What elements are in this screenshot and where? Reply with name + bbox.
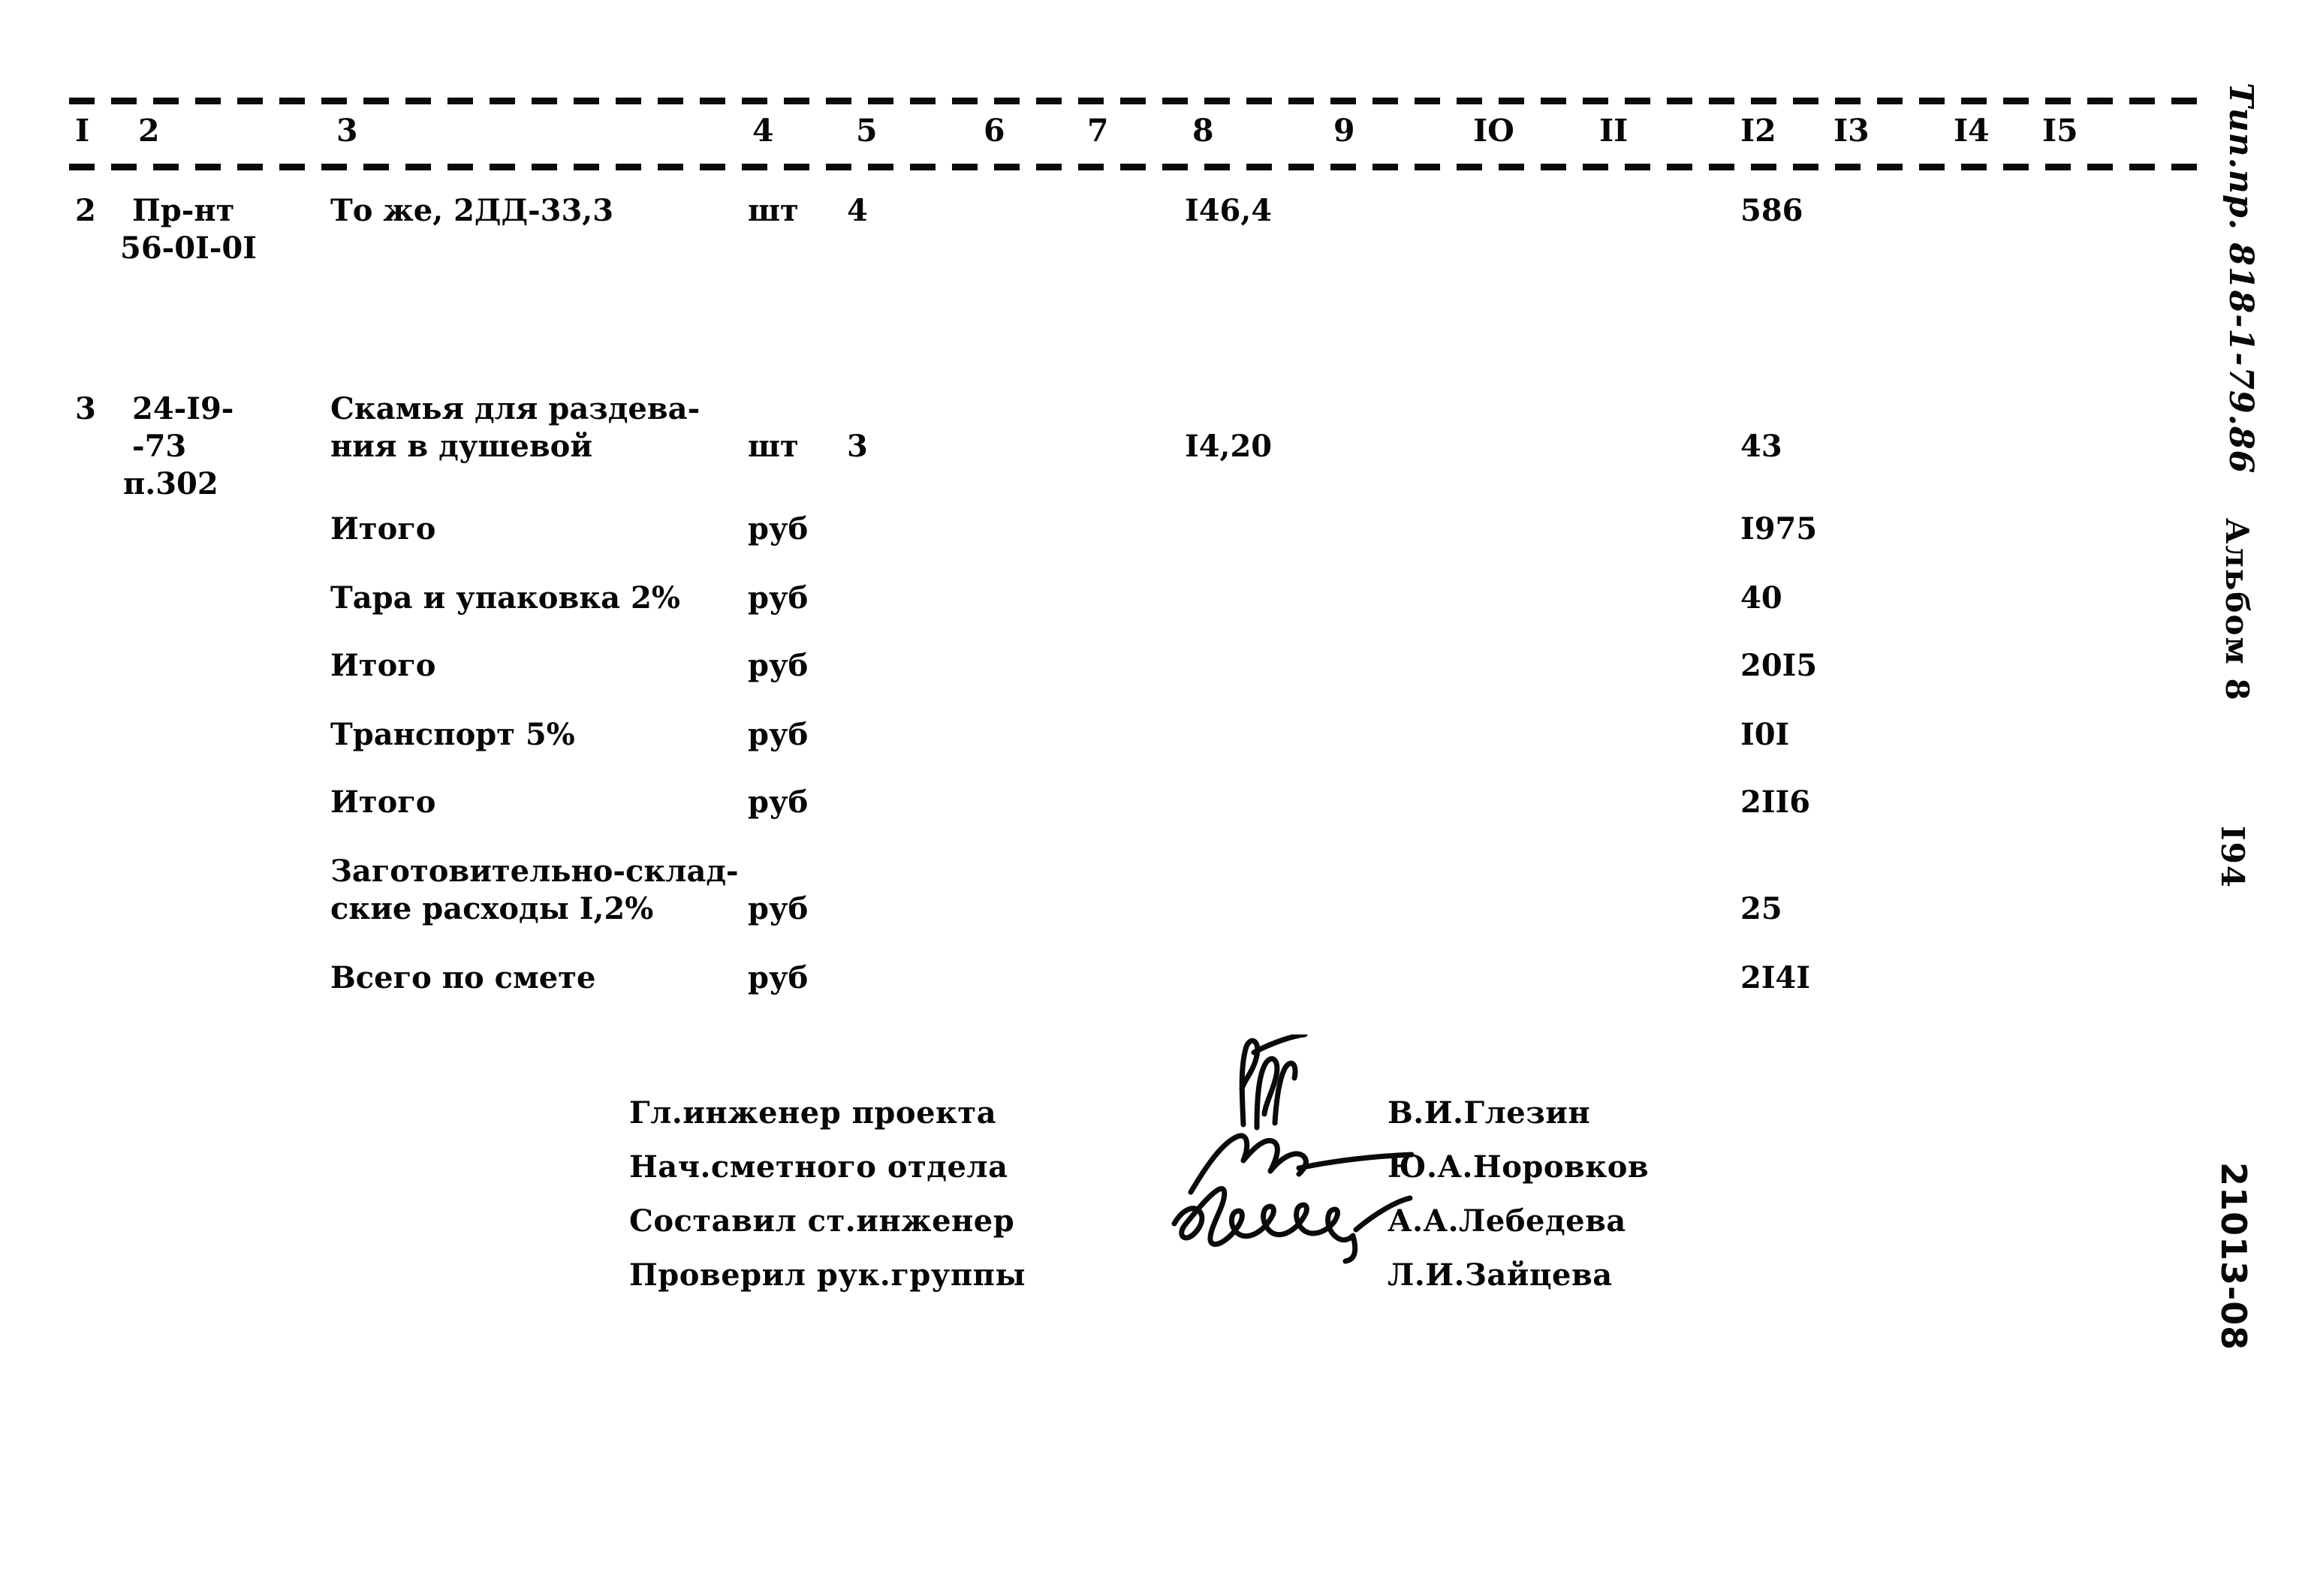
summary-row-2-label: Тара и упаковка 2% xyxy=(330,580,680,616)
summary-row-5-label: Итого xyxy=(330,784,436,820)
summary-row-6-total: 25 xyxy=(1740,891,1782,926)
column-header-9: 9 xyxy=(1333,113,1355,149)
column-header-15: I5 xyxy=(2042,113,2078,149)
column-header-13: I3 xyxy=(1833,113,1870,149)
summary-row-4-total: I0I xyxy=(1740,717,1790,752)
table-row-1-total: 586 xyxy=(1740,193,1803,228)
document-page: I 2 3 4 5 6 7 8 9 IO II I2 I3 I4 I5 2 Пр… xyxy=(0,0,2305,1596)
summary-row-1-total: I975 xyxy=(1740,511,1818,547)
table-row-2-num: 3 xyxy=(75,391,96,426)
summary-row-2-unit: руб xyxy=(748,580,809,616)
column-header-8: 8 xyxy=(1192,113,1214,149)
table-row-1-name-line1: То же, 2ДД-33,3 xyxy=(330,193,614,228)
column-header-2: 2 xyxy=(138,113,160,149)
column-header-12: I2 xyxy=(1740,113,1776,149)
column-header-10: IO xyxy=(1473,113,1514,149)
table-row-1-code-line1: Пр-нт xyxy=(132,193,235,228)
summary-row-3-unit: руб xyxy=(748,648,809,683)
table-row-1-price: I46,4 xyxy=(1185,193,1273,228)
table-row-2-code-line1: 24-I9- xyxy=(132,391,234,426)
margin-note-project-number: Тип.пр. 818-1-79.86 xyxy=(2222,83,2260,474)
table-row-2-name-line2: ния в душевой xyxy=(330,429,592,464)
column-header-14: I4 xyxy=(1954,113,1990,149)
table-row-2-code-line2: -73 xyxy=(132,429,187,464)
table-header-rule-top xyxy=(69,98,2200,104)
margin-note-album: Альбом 8 xyxy=(2219,518,2255,702)
summary-row-5-total: 2II6 xyxy=(1740,784,1811,820)
table-row-1-qty: 4 xyxy=(847,193,868,228)
column-header-6: 6 xyxy=(984,113,1005,149)
summary-row-1-label: Итого xyxy=(330,511,436,547)
summary-row-5-unit: руб xyxy=(748,784,809,820)
summary-row-1-unit: руб xyxy=(748,511,809,547)
signature-name-4: Л.И.Зайцева xyxy=(1388,1257,1613,1293)
summary-row-6-unit: руб xyxy=(748,891,809,926)
summary-row-3-label: Итого xyxy=(330,648,436,683)
summary-row-6-label-line2: ские расходы I,2% xyxy=(330,891,654,926)
summary-row-7-unit: руб xyxy=(748,960,809,995)
table-row-2-code-line3: п.302 xyxy=(123,466,218,501)
summary-row-3-total: 20I5 xyxy=(1740,648,1818,683)
table-row-1-unit: шт xyxy=(748,193,799,228)
signature-role-4: Проверил рук.группы xyxy=(629,1257,1026,1293)
column-header-5: 5 xyxy=(856,113,878,149)
summary-row-6-label-line1: Заготовительно-склад- xyxy=(330,854,739,889)
margin-code: 21013-08 xyxy=(2213,1162,2254,1351)
page-number: I94 xyxy=(2214,826,2251,890)
summary-row-4-unit: руб xyxy=(748,717,809,752)
column-header-4: 4 xyxy=(752,113,774,149)
column-header-3: 3 xyxy=(336,113,358,149)
signature-name-3: А.А.Лебедева xyxy=(1388,1203,1626,1239)
table-row-2-price: I4,20 xyxy=(1185,429,1273,464)
signature-role-2: Нач.сметного отдела xyxy=(629,1149,1008,1185)
summary-row-2-total: 40 xyxy=(1740,580,1782,616)
signature-role-1: Гл.инженер проекта xyxy=(629,1095,997,1131)
column-header-1: I xyxy=(75,113,90,149)
summary-row-7-total: 2I4I xyxy=(1740,960,1811,995)
signature-name-1: В.И.Глезин xyxy=(1388,1095,1591,1131)
signature-role-3: Составил ст.инженер xyxy=(629,1203,1015,1239)
column-header-11: II xyxy=(1599,113,1629,149)
handwritten-signature-1 xyxy=(1239,1034,1308,1131)
column-header-7: 7 xyxy=(1087,113,1109,149)
signature-name-2: Ю.А.Норовков xyxy=(1388,1149,1650,1185)
table-row-1-code-line2: 56-0I-0I xyxy=(120,230,257,266)
table-row-2-total: 43 xyxy=(1740,429,1782,464)
summary-row-4-label: Транспорт 5% xyxy=(330,717,575,752)
table-row-1-num: 2 xyxy=(75,193,96,228)
table-row-2-name-line1: Скамья для раздева- xyxy=(330,391,701,426)
table-header-rule-bottom xyxy=(69,164,2200,170)
table-row-2-qty: 3 xyxy=(847,429,868,464)
summary-row-7-label: Всего по смете xyxy=(330,960,596,995)
table-row-2-unit: шт xyxy=(748,429,799,464)
